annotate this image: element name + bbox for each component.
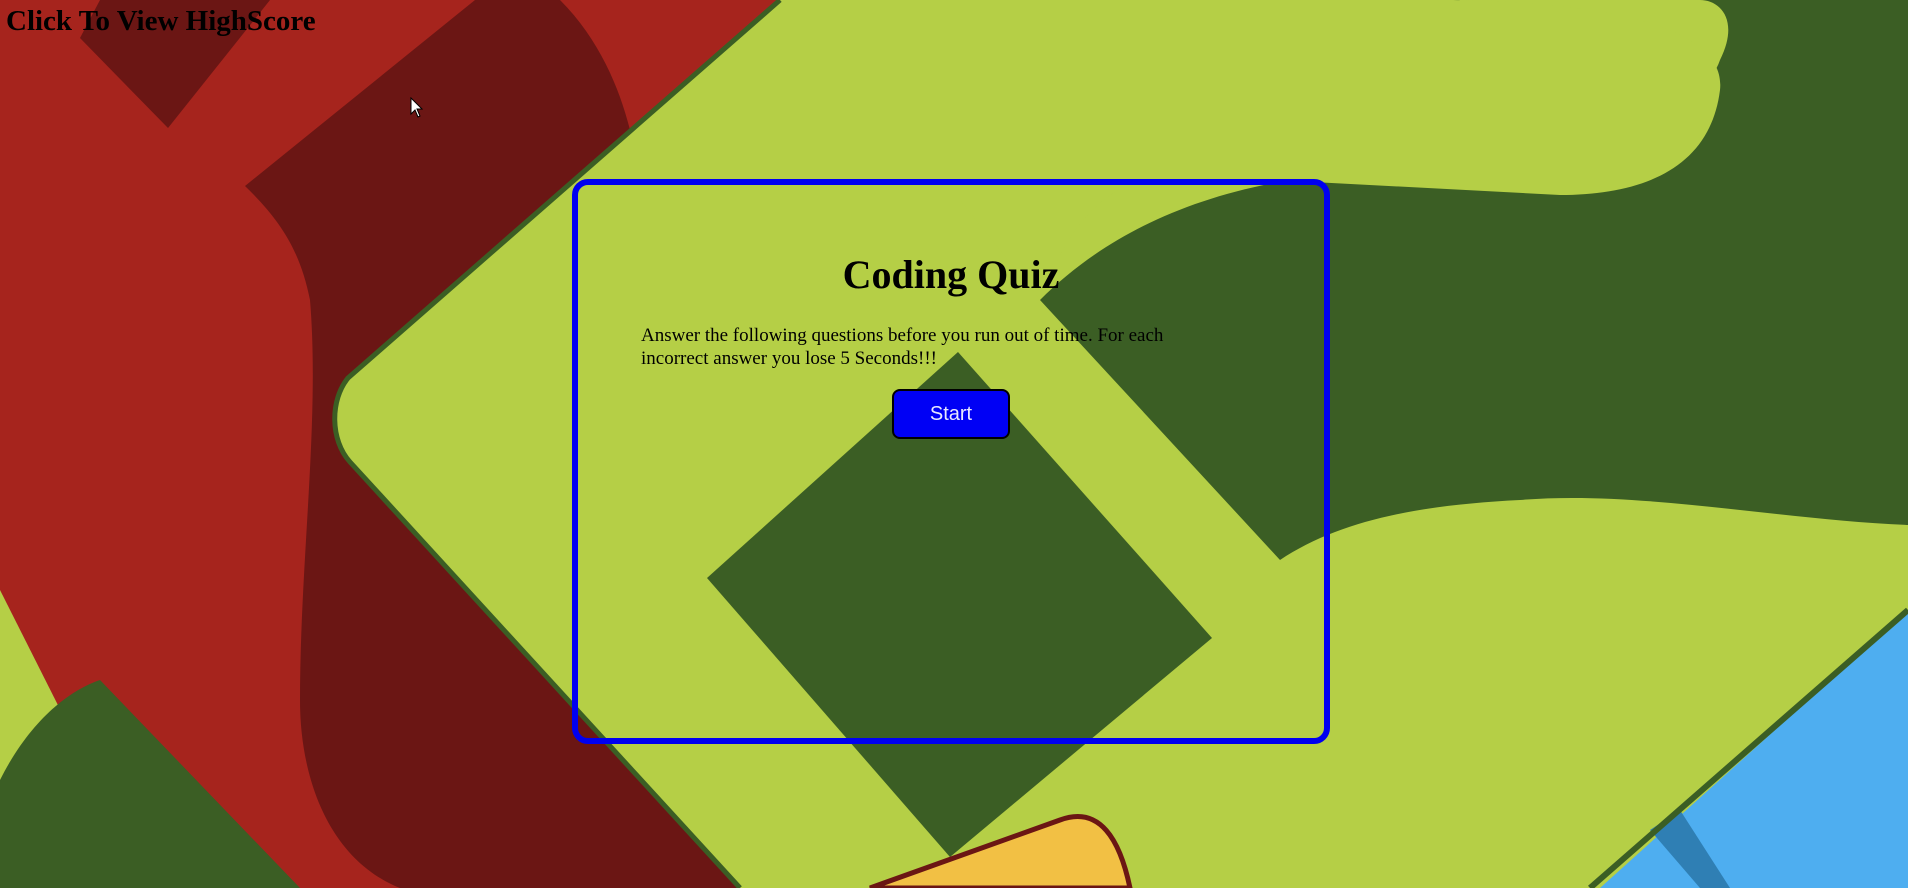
quiz-card: Coding Quiz Answer the following questio…	[572, 179, 1330, 744]
quiz-instructions: Answer the following questions before yo…	[641, 325, 1164, 369]
start-button[interactable]: Start	[892, 389, 1010, 439]
view-highscore-link[interactable]: Click To View HighScore	[6, 5, 316, 38]
quiz-title: Coding Quiz	[842, 252, 1060, 297]
mouse-pointer-icon	[410, 97, 424, 118]
